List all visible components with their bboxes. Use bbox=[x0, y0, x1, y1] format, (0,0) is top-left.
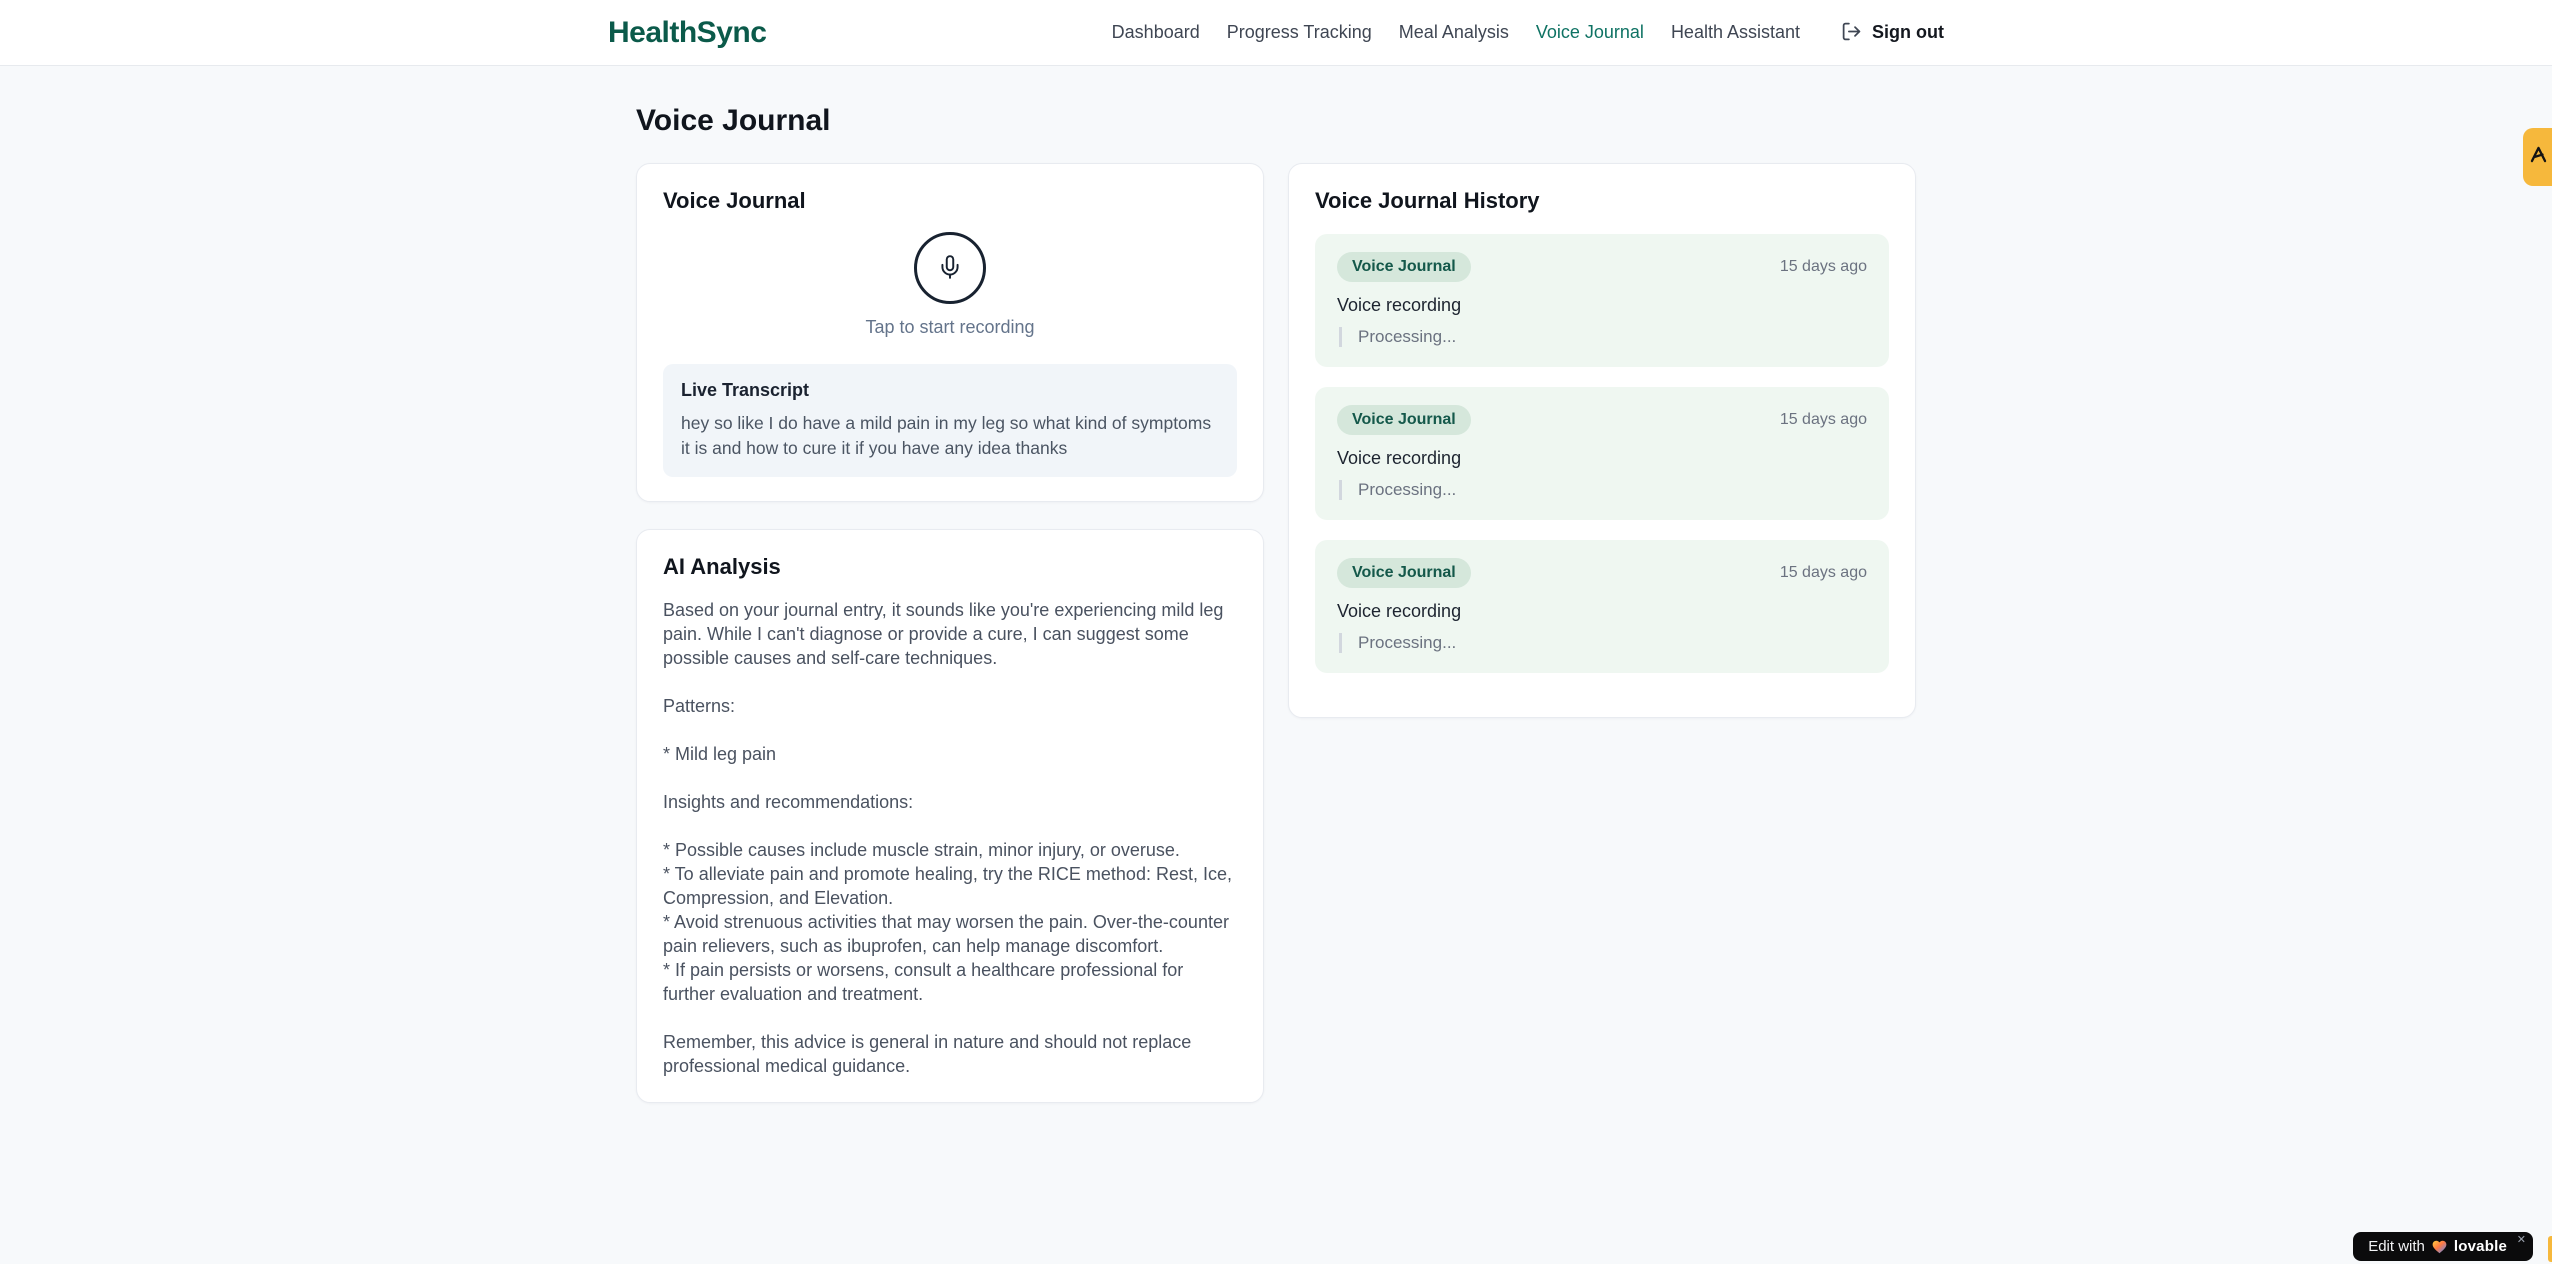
nav-item-voice-journal[interactable]: Voice Journal bbox=[1536, 22, 1644, 43]
history-card-title: Voice Journal History bbox=[1315, 188, 1540, 213]
live-transcript-title: Live Transcript bbox=[681, 380, 810, 400]
lovable-badge-prefix: Edit with bbox=[2368, 1238, 2425, 1255]
recorder-card-title: Voice Journal bbox=[663, 188, 806, 213]
entry-title: Voice recording bbox=[1337, 448, 1462, 468]
entry-type-badge: Voice Journal bbox=[1337, 252, 1471, 282]
history-entry[interactable]: Voice Journal 15 days ago Voice recordin… bbox=[1315, 234, 1889, 367]
history-entry[interactable]: Voice Journal 15 days ago Voice recordin… bbox=[1315, 540, 1889, 673]
live-transcript-box: Live Transcript hey so like I do have a … bbox=[663, 364, 1237, 477]
sign-out-button[interactable]: Sign out bbox=[1841, 21, 1944, 45]
nav-item-progress-tracking[interactable]: Progress Tracking bbox=[1227, 22, 1372, 43]
header-inner: HealthSync Dashboard Progress Tracking M… bbox=[608, 0, 1944, 65]
voice-journal-history-card: Voice Journal History Voice Journal 15 d… bbox=[1288, 163, 1916, 718]
history-entry-header: Voice Journal 15 days ago bbox=[1337, 405, 1867, 435]
entry-title: Voice recording bbox=[1337, 295, 1462, 315]
edit-with-lovable-badge[interactable]: Edit with lovable ✕ bbox=[2353, 1232, 2533, 1261]
lovable-badge-brand: lovable bbox=[2453, 1238, 2507, 1255]
corner-badge-sliver bbox=[2548, 1236, 2552, 1262]
ai-analysis-card: AI Analysis Based on your journal entry,… bbox=[636, 528, 1264, 1103]
entry-type-badge: Voice Journal bbox=[1337, 558, 1471, 588]
ai-analysis-title: AI Analysis bbox=[663, 553, 781, 579]
live-transcript-text: hey so like I do have a mild pain in my … bbox=[681, 413, 1212, 458]
history-list: Voice Journal 15 days ago Voice recordin… bbox=[1315, 234, 1889, 673]
history-entry[interactable]: Voice Journal 15 days ago Voice recordin… bbox=[1315, 387, 1889, 520]
voice-recorder-card: Voice Journal Tap to start recording Liv… bbox=[636, 163, 1264, 502]
entry-status: Processing... bbox=[1339, 480, 1867, 500]
app-header: HealthSync Dashboard Progress Tracking M… bbox=[0, 0, 2552, 66]
lovable-close-icon[interactable]: ✕ bbox=[2517, 1235, 2526, 1246]
entry-status: Processing... bbox=[1339, 327, 1867, 347]
entry-timestamp: 15 days ago bbox=[1779, 258, 1867, 275]
content-grid: Voice Journal Tap to start recording Liv… bbox=[636, 163, 1916, 1103]
app-logo: HealthSync bbox=[608, 15, 767, 49]
left-column: Voice Journal Tap to start recording Liv… bbox=[636, 163, 1264, 1103]
history-entry-header: Voice Journal 15 days ago bbox=[1337, 252, 1867, 282]
entry-status: Processing... bbox=[1339, 633, 1867, 653]
history-entry-header: Voice Journal 15 days ago bbox=[1337, 558, 1867, 588]
lovable-heart-icon bbox=[2432, 1240, 2447, 1254]
extension-badge-icon bbox=[2528, 144, 2549, 170]
tap-to-record-label: Tap to start recording bbox=[865, 317, 1035, 337]
log-out-icon bbox=[1841, 21, 1862, 45]
main-content: Voice Journal Voice Journal Tap to start… bbox=[636, 66, 1916, 1103]
mic-area: Tap to start recording bbox=[663, 232, 1237, 338]
page-title: Voice Journal bbox=[636, 104, 831, 137]
ai-analysis-body: Based on your journal entry, it sounds l… bbox=[663, 599, 1232, 1076]
nav-item-meal-analysis[interactable]: Meal Analysis bbox=[1399, 22, 1509, 43]
main-nav: Dashboard Progress Tracking Meal Analysi… bbox=[1112, 21, 1944, 45]
record-button[interactable] bbox=[914, 232, 986, 304]
microphone-icon bbox=[937, 254, 963, 283]
right-column: Voice Journal History Voice Journal 15 d… bbox=[1288, 163, 1916, 718]
entry-title: Voice recording bbox=[1337, 601, 1462, 621]
nav-item-health-assistant[interactable]: Health Assistant bbox=[1671, 22, 1800, 43]
browser-extension-edge-badge[interactable] bbox=[2523, 128, 2552, 186]
sign-out-label: Sign out bbox=[1872, 22, 1944, 42]
nav-item-dashboard[interactable]: Dashboard bbox=[1112, 22, 1200, 43]
entry-timestamp: 15 days ago bbox=[1779, 564, 1867, 581]
entry-timestamp: 15 days ago bbox=[1779, 411, 1867, 428]
entry-type-badge: Voice Journal bbox=[1337, 405, 1471, 435]
